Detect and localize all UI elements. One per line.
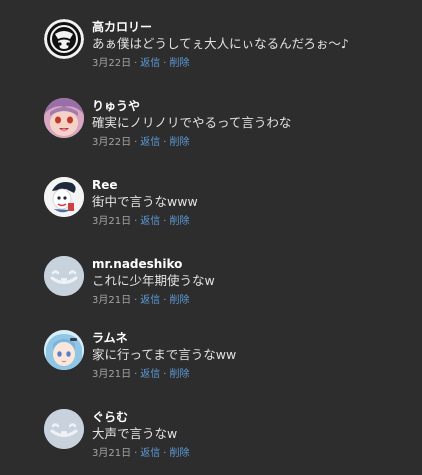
black-circle-logo-avatar-icon	[44, 19, 84, 59]
reply-link[interactable]: 返信	[140, 295, 160, 306]
meta-separator: ·	[163, 58, 167, 69]
comment-date: 3月21日	[92, 216, 132, 227]
comment-meta: 3月21日 · 返信 · 削除	[92, 447, 189, 461]
meta-separator: ·	[163, 295, 167, 306]
user-avatar[interactable]	[44, 98, 84, 138]
comment-meta: 3月21日 · 返信 · 削除	[92, 368, 189, 382]
comment-author[interactable]: ぐらむ	[92, 410, 128, 425]
comment-text: 家に行ってまで言うなww	[92, 347, 237, 362]
comment-author[interactable]: mr.nadeshiko	[92, 257, 182, 272]
comment-item: 高カロリー あぁ僕はどうしてぇ大人にぃなるんだろぉ～♪ 3月22日 · 返信 · 削除	[44, 19, 414, 79]
reply-link[interactable]: 返信	[140, 58, 160, 69]
reply-link[interactable]: 返信	[140, 448, 160, 459]
user-avatar[interactable]	[44, 177, 84, 217]
delete-link[interactable]: 削除	[169, 137, 189, 148]
delete-link[interactable]: 削除	[169, 216, 189, 227]
meta-separator: ·	[163, 216, 167, 227]
delete-link[interactable]: 削除	[169, 448, 189, 459]
delete-link[interactable]: 削除	[169, 369, 189, 380]
meta-separator: ·	[134, 295, 138, 306]
reply-link[interactable]: 返信	[140, 369, 160, 380]
meta-separator: ·	[134, 137, 138, 148]
meta-separator: ·	[134, 369, 138, 380]
comment-date: 3月22日	[92, 137, 132, 148]
user-avatar[interactable]	[44, 256, 84, 296]
meta-separator: ·	[134, 216, 138, 227]
comment-meta: 3月22日 · 返信 · 削除	[92, 136, 189, 150]
comment-date: 3月21日	[92, 448, 132, 459]
reply-link[interactable]: 返信	[140, 137, 160, 148]
delete-link[interactable]: 削除	[169, 295, 189, 306]
comment-author[interactable]: ラムネ	[92, 331, 128, 346]
cartoon-character-avatar-icon	[44, 177, 84, 217]
comment-item: ラムネ 家に行ってまで言うなww 3月21日 · 返信 · 削除	[44, 330, 414, 390]
comment-text: 確実にノリノリでやるって言うわな	[92, 115, 292, 130]
anime-girl-avatar-icon	[44, 330, 84, 370]
default-avatar-icon	[44, 409, 84, 449]
meta-separator: ·	[134, 448, 138, 459]
comment-text: あぁ僕はどうしてぇ大人にぃなるんだろぉ～♪	[92, 36, 349, 51]
comment-author[interactable]: りゅうや	[92, 99, 140, 114]
comment-date: 3月21日	[92, 295, 132, 306]
comment-text: 大声で言うなw	[92, 426, 178, 441]
meta-separator: ·	[134, 58, 138, 69]
comment-date: 3月22日	[92, 58, 132, 69]
default-avatar-icon	[44, 256, 84, 296]
delete-link[interactable]: 削除	[169, 58, 189, 69]
comment-item: Ree 街中で言うなwww 3月21日 · 返信 · 削除	[44, 177, 414, 237]
reply-link[interactable]: 返信	[140, 216, 160, 227]
comment-meta: 3月22日 · 返信 · 削除	[92, 57, 189, 71]
meta-separator: ·	[163, 369, 167, 380]
user-avatar[interactable]	[44, 19, 84, 59]
meta-separator: ·	[163, 448, 167, 459]
comment-author[interactable]: 高カロリー	[92, 20, 152, 35]
anime-face-avatar-icon	[44, 98, 84, 138]
comment-item: りゅうや 確実にノリノリでやるって言うわな 3月22日 · 返信 · 削除	[44, 98, 414, 158]
meta-separator: ·	[163, 137, 167, 148]
comment-text: これに少年期使うなw	[92, 273, 215, 288]
comment-author[interactable]: Ree	[92, 178, 118, 193]
comment-date: 3月21日	[92, 369, 132, 380]
comment-item: mr.nadeshiko これに少年期使うなw 3月21日 · 返信 · 削除	[44, 256, 414, 316]
comment-meta: 3月21日 · 返信 · 削除	[92, 294, 189, 308]
comment-item: ぐらむ 大声で言うなw 3月21日 · 返信 · 削除	[44, 409, 414, 469]
comment-meta: 3月21日 · 返信 · 削除	[92, 215, 189, 229]
comment-text: 街中で言うなwww	[92, 194, 198, 209]
user-avatar[interactable]	[44, 409, 84, 449]
user-avatar[interactable]	[44, 330, 84, 370]
